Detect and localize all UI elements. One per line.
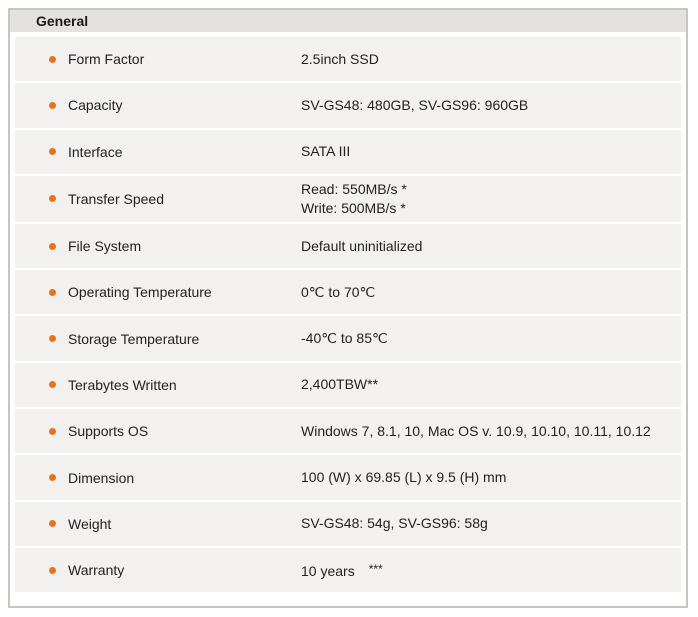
bullet-icon xyxy=(49,55,56,63)
spec-row-terabytes-written: Terabytes Written 2,400TBW** xyxy=(15,362,681,410)
spec-value: Default uninitialized xyxy=(301,237,423,254)
spec-row-interface: Interface SATA III xyxy=(15,129,681,176)
spec-row-capacity: Capacity SV-GS48: 480GB, SV-GS96: 960GB xyxy=(15,83,681,130)
spec-row-file-system: File System Default uninitialized xyxy=(15,223,681,271)
spec-value: Windows 7, 8.1, 10, Mac OS v. 10.9, 10.1… xyxy=(301,422,651,439)
spec-value-read: Read: 550MB/s * xyxy=(301,180,407,197)
spec-row-form-factor: Form Factor 2.5inch SSD xyxy=(15,37,681,84)
section-header: General xyxy=(10,10,686,32)
spec-value-write: Write: 500MB/s * xyxy=(301,199,406,216)
spec-label: Operating Temperature xyxy=(68,284,212,301)
bullet-icon xyxy=(49,566,56,574)
spec-value: -40℃ to 85℃ xyxy=(301,330,388,347)
spec-value: SV-GS48: 54g, SV-GS96: 58g xyxy=(301,515,488,532)
spec-value: SATA III xyxy=(301,143,351,160)
spec-row-transfer-speed: Transfer Speed Read: 550MB/s * Write: 50… xyxy=(15,175,681,224)
spec-rows: Form Factor 2.5inch SSD Capacity SV-GS48… xyxy=(10,32,686,595)
bullet-icon xyxy=(49,195,56,203)
spec-row-warranty: Warranty 10 years *** xyxy=(15,547,681,595)
spec-value: 10 years *** xyxy=(301,560,681,581)
spec-table: General Form Factor 2.5inch SSD Capacity… xyxy=(8,8,688,608)
spec-label: Supports OS xyxy=(68,423,149,440)
spec-label: Warranty xyxy=(68,562,125,579)
spec-label: Form Factor xyxy=(68,51,145,68)
spec-label: Dimension xyxy=(68,469,135,486)
spec-row-dimension: Dimension 100 (W) x 69.85 (L) x 9.5 (H) … xyxy=(15,455,681,502)
spec-value: SV-GS48: 480GB, SV-GS96: 960GB xyxy=(301,96,529,113)
spec-label: Storage Temperature xyxy=(68,330,200,347)
spec-row-storage-temperature: Storage Temperature -40℃ to 85℃ xyxy=(15,316,681,363)
spec-value: 2,400TBW** xyxy=(301,376,379,393)
spec-label: Weight xyxy=(68,515,112,532)
spec-label: Capacity xyxy=(68,97,123,114)
spec-label: File System xyxy=(68,238,142,255)
spec-value: Read: 550MB/s * Write: 500MB/s * xyxy=(301,180,681,218)
bullet-icon xyxy=(49,335,56,343)
spec-row-operating-temperature: Operating Temperature 0℃ to 70℃ xyxy=(15,270,681,317)
warranty-value: 10 years xyxy=(301,562,355,579)
spec-value: 0℃ to 70℃ xyxy=(301,283,376,300)
bullet-icon xyxy=(49,288,56,296)
bullet-icon xyxy=(49,427,56,435)
spec-value: 100 (W) x 69.85 (L) x 9.5 (H) mm xyxy=(301,469,507,486)
section-title: General xyxy=(36,13,89,29)
spec-label: Terabytes Written xyxy=(68,376,177,393)
bullet-icon xyxy=(49,474,56,482)
spec-label: Interface xyxy=(68,143,123,160)
bullet-icon xyxy=(49,148,56,156)
bullet-icon xyxy=(49,520,56,528)
footnote-marker: *** xyxy=(368,561,383,576)
bullet-icon xyxy=(49,242,56,250)
spec-value: 2.5inch SSD xyxy=(301,50,379,67)
bullet-icon xyxy=(49,381,56,389)
spec-row-supports-os: Supports OS Windows 7, 8.1, 10, Mac OS v… xyxy=(15,409,681,456)
bullet-icon xyxy=(49,101,56,109)
spec-label: Transfer Speed xyxy=(68,190,164,207)
spec-row-weight: Weight SV-GS48: 54g, SV-GS96: 58g xyxy=(15,501,681,548)
